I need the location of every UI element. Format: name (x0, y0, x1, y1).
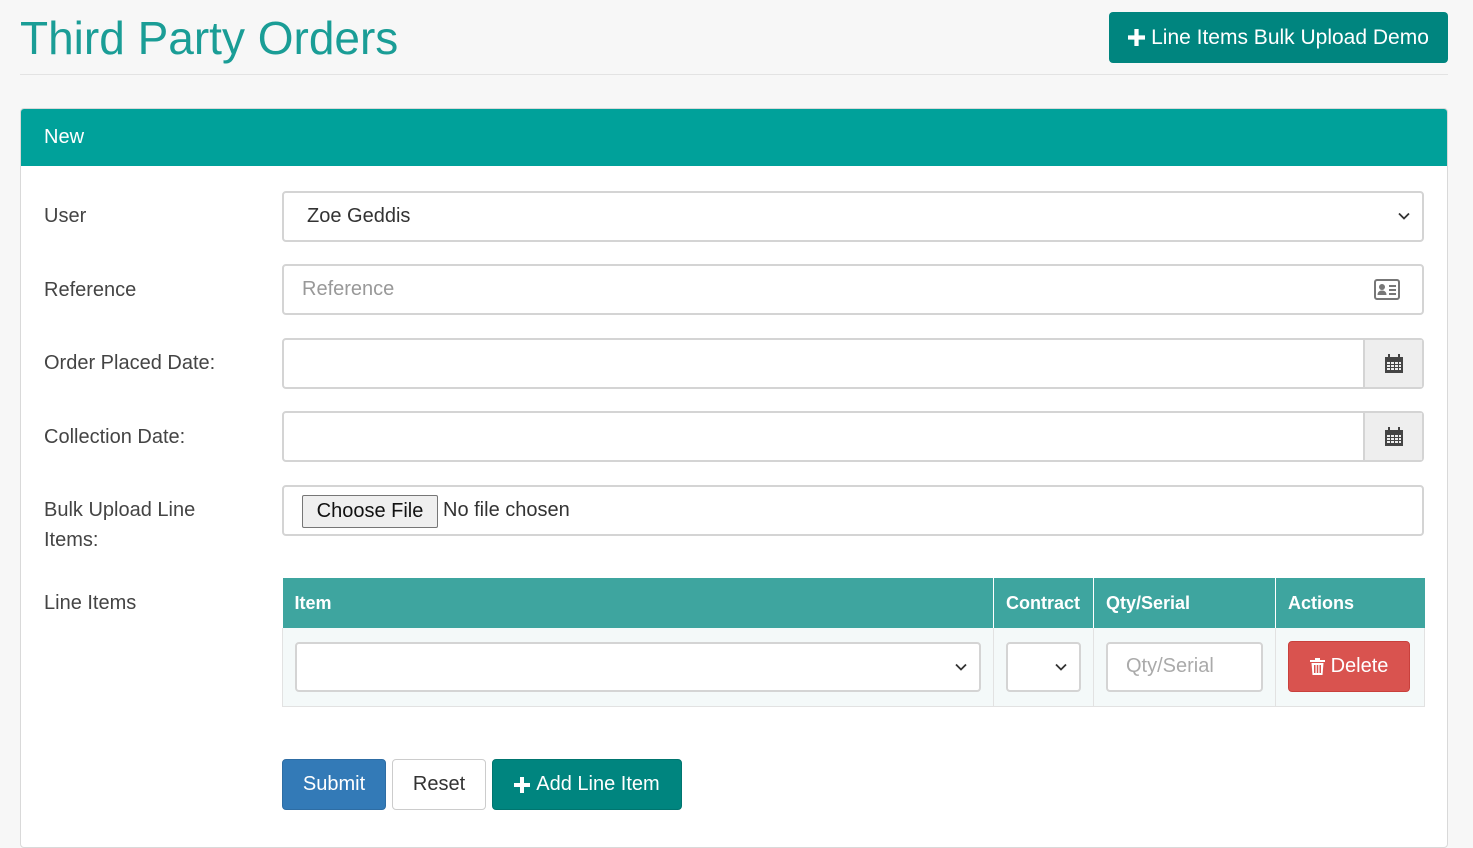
order-placed-calendar-button[interactable] (1363, 340, 1422, 387)
user-select[interactable]: Zoe Geddis (282, 191, 1424, 242)
chevron-down-icon (1055, 663, 1067, 671)
line-items-label: Line Items (44, 592, 137, 614)
calendar-icon (1384, 353, 1403, 373)
line-items-table: Item Contract Qty/Serial Actions Qty/Ser… (282, 578, 1425, 707)
column-header-actions: Actions (1275, 578, 1425, 628)
submit-button[interactable]: Submit (282, 759, 386, 810)
calendar-icon (1384, 426, 1403, 446)
add-line-item-label: Add Line Item (536, 773, 660, 795)
user-label: User (44, 205, 87, 227)
collection-calendar-button[interactable] (1363, 413, 1422, 460)
qty-serial-input[interactable] (1106, 641, 1263, 692)
collection-date-input[interactable] (282, 411, 1424, 462)
id-card-icon (1374, 279, 1400, 300)
chevron-down-icon (1398, 212, 1410, 220)
reset-button[interactable]: Reset (392, 759, 486, 810)
title-divider (20, 74, 1448, 75)
order-placed-date-label: Order Placed Date: (44, 352, 216, 374)
reference-placeholder: Reference (302, 278, 395, 300)
actions-cell: Delete (1275, 628, 1425, 707)
contract-select[interactable] (1006, 641, 1081, 692)
item-cell (282, 628, 994, 707)
delete-button[interactable]: Delete (1288, 641, 1410, 693)
line-items-bulk-upload-demo-button[interactable]: Line Items Bulk Upload Demo (1109, 12, 1448, 63)
user-selected-value: Zoe Geddis (307, 205, 411, 227)
add-line-item-button[interactable]: Add Line Item (492, 759, 682, 810)
delete-label: Delete (1330, 655, 1389, 678)
page-title: Third Party Orders (20, 12, 399, 64)
reference-label: Reference (44, 279, 137, 301)
column-header-contract: Contract (993, 578, 1094, 628)
file-status: No file chosen (443, 499, 570, 521)
bulk-upload-file-input[interactable]: Choose File No file chosen (282, 485, 1424, 536)
chevron-down-icon (955, 663, 967, 671)
table-header-row: Item Contract Qty/Serial Actions (282, 578, 1425, 628)
panel-heading: New (21, 109, 1447, 166)
order-placed-date-input[interactable] (282, 338, 1424, 389)
column-header-item: Item (282, 578, 994, 628)
trash-icon (1309, 658, 1325, 676)
item-select[interactable] (295, 641, 981, 692)
plus-icon (1128, 29, 1146, 46)
qty-serial-cell (1093, 628, 1276, 707)
table-row: Delete (282, 628, 1425, 707)
bulk-upload-label: Bulk Upload Line Items: (44, 499, 196, 551)
reference-input[interactable]: Reference (282, 264, 1424, 315)
collection-date-label: Collection Date: (44, 426, 186, 448)
new-order-panel: New User Zoe Geddis Reference Reference … (20, 108, 1448, 848)
choose-file-button[interactable]: Choose File (302, 495, 438, 528)
bulk-demo-label: Line Items Bulk Upload Demo (1151, 25, 1429, 49)
plus-icon (514, 776, 531, 793)
column-header-qty-serial: Qty/Serial (1093, 578, 1276, 628)
contract-cell (993, 628, 1094, 707)
